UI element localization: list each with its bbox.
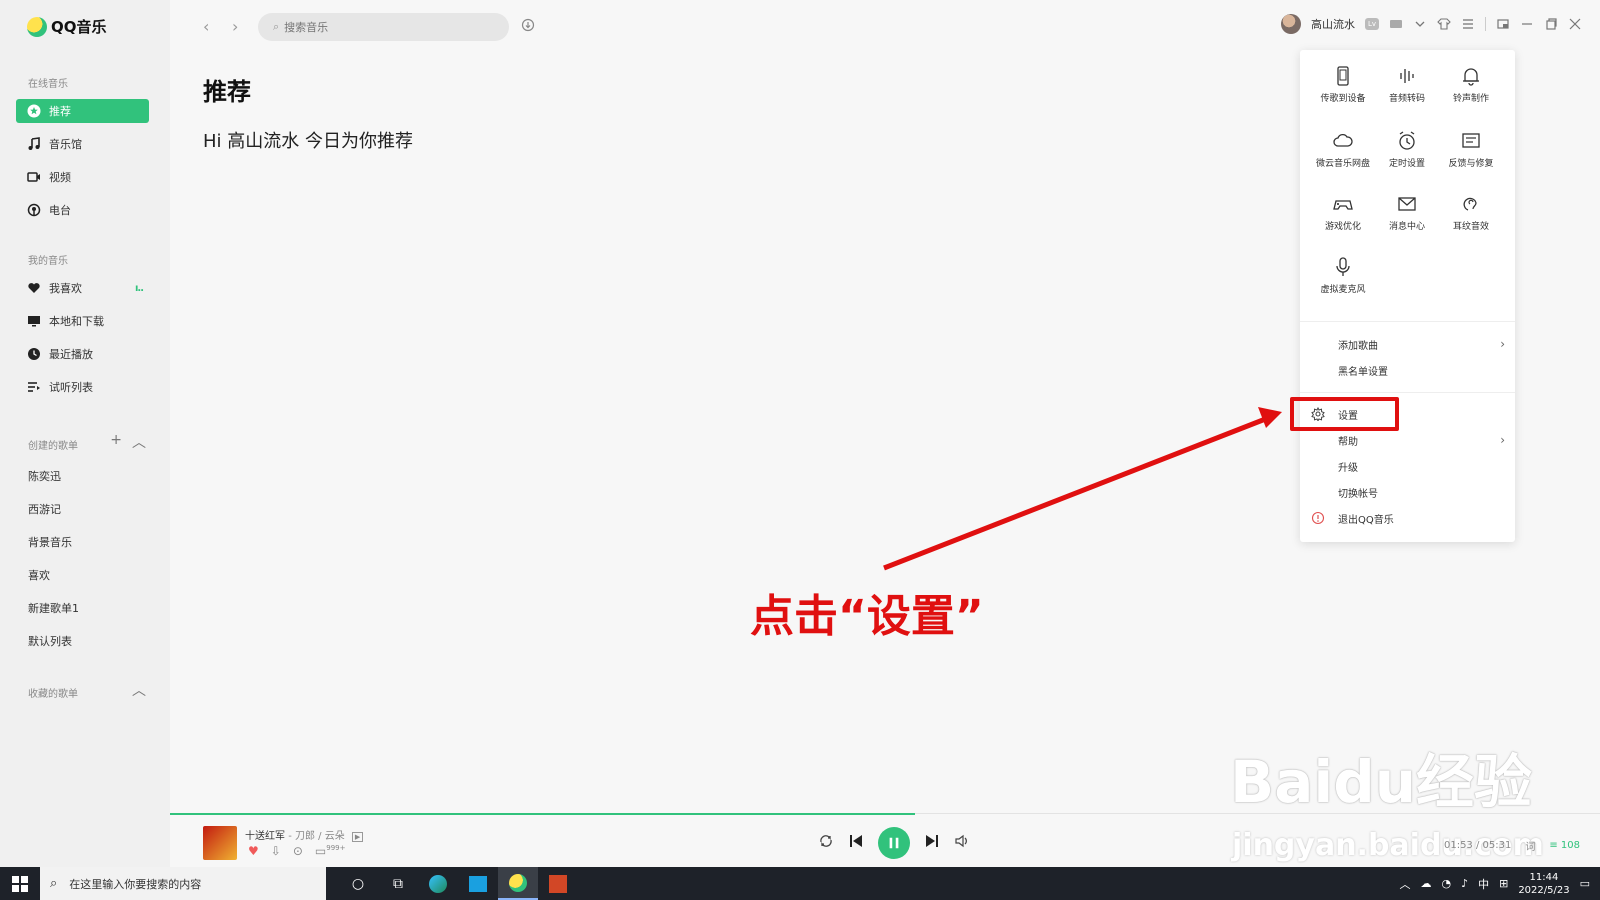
artist-name: 刀郎 / 云朵 bbox=[294, 831, 345, 842]
ime-indicator[interactable]: 中 bbox=[1478, 876, 1489, 892]
notification-icon[interactable]: ▭ bbox=[1580, 877, 1590, 890]
playback-progress-track[interactable] bbox=[915, 813, 1600, 814]
taskbar-search-placeholder: 在这里输入你要搜索的内容 bbox=[69, 877, 202, 891]
pause-icon bbox=[889, 837, 899, 849]
windows-taskbar: ⌕ 在这里输入你要搜索的内容 ○ ⧉ ︿ ☁ ◔ ♪ 中 ⊞ 11:44 202… bbox=[0, 867, 1600, 900]
clock-date: 2022/5/23 bbox=[1518, 884, 1570, 896]
loop-icon[interactable] bbox=[818, 833, 834, 853]
player-right: 01:53 / 05:31 词 ≡ 108 bbox=[1444, 838, 1580, 853]
playback-progress-fill[interactable] bbox=[170, 813, 915, 815]
volume-icon[interactable] bbox=[954, 833, 970, 853]
taskbar-clock[interactable]: 11:44 2022/5/23 bbox=[1518, 871, 1569, 897]
speaker-icon[interactable]: ♪ bbox=[1461, 877, 1468, 890]
playback-time: 01:53 / 05:31 bbox=[1443, 840, 1512, 851]
album-cover[interactable] bbox=[203, 826, 237, 860]
song-actions: ♥ ⇩ ⊙ ▭999+ bbox=[248, 844, 345, 858]
pause-button[interactable] bbox=[878, 827, 910, 859]
system-tray: ︿ ☁ ◔ ♪ 中 ⊞ 11:44 2022/5/23 ▭ bbox=[1399, 867, 1590, 900]
player-controls bbox=[818, 827, 970, 859]
song-name: 十送红军 bbox=[245, 831, 285, 842]
cortana-icon[interactable]: ○ bbox=[338, 867, 378, 900]
store-app-icon[interactable] bbox=[458, 867, 498, 900]
powerpoint-icon[interactable] bbox=[538, 867, 578, 900]
playlist-count: 108 bbox=[1560, 840, 1580, 851]
annotation-text: 点击“设置” bbox=[750, 591, 984, 642]
mv-icon[interactable]: ▶ bbox=[351, 832, 364, 842]
onedrive-icon[interactable]: ☁ bbox=[1420, 877, 1431, 890]
next-icon[interactable] bbox=[924, 833, 940, 853]
edge-browser-icon[interactable] bbox=[418, 867, 458, 900]
network-icon[interactable]: ◔ bbox=[1441, 877, 1451, 890]
comment-icon[interactable]: ▭999+ bbox=[315, 844, 346, 858]
windows-start-icon[interactable] bbox=[12, 876, 28, 892]
task-view-icon[interactable]: ⧉ bbox=[378, 867, 418, 900]
baidu-watermark: Baidu经验 bbox=[1230, 748, 1533, 816]
lyrics-button[interactable]: 词 bbox=[1525, 838, 1535, 853]
previous-icon[interactable] bbox=[848, 833, 864, 853]
taskbar-apps: ○ ⧉ bbox=[338, 867, 578, 900]
more-icon[interactable]: ⊙ bbox=[293, 844, 303, 858]
search-icon: ⌕ bbox=[50, 876, 58, 891]
tray-expand-icon[interactable]: ︿ bbox=[1399, 876, 1410, 892]
clock-time: 11:44 bbox=[1529, 871, 1559, 883]
like-icon[interactable]: ♥ bbox=[248, 844, 259, 858]
keyboard-icon[interactable]: ⊞ bbox=[1499, 877, 1508, 890]
now-playing-title[interactable]: 十送红军 - 刀郎 / 云朵 ▶ bbox=[245, 827, 364, 842]
download-icon[interactable]: ⇩ bbox=[271, 844, 281, 858]
comment-count: 999+ bbox=[326, 844, 346, 852]
qq-music-taskbar-icon[interactable] bbox=[498, 867, 538, 900]
taskbar-search[interactable]: ⌕ 在这里输入你要搜索的内容 bbox=[40, 867, 326, 900]
playlist-button[interactable]: ≡ 108 bbox=[1549, 840, 1580, 851]
